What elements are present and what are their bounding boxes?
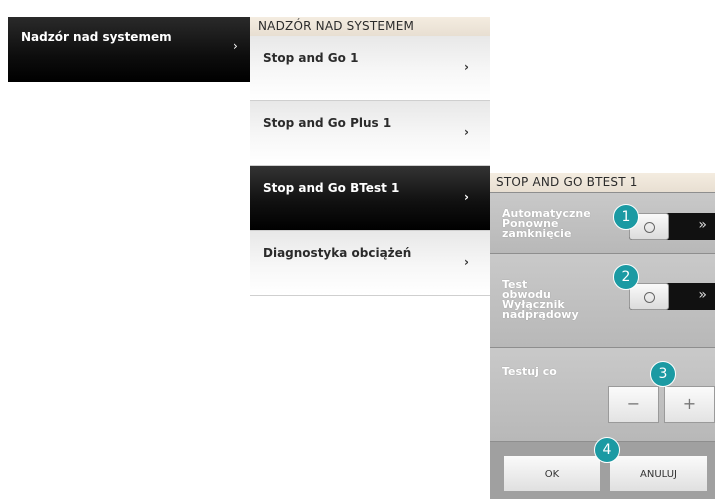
callout-badge-2: 2 — [613, 264, 639, 290]
auto-reclose-label-line3: zamknięcie — [502, 227, 572, 240]
double-chevron-right-icon: » — [698, 287, 707, 303]
chevron-right-icon: › — [464, 125, 469, 139]
chevron-right-icon: › — [464, 255, 469, 269]
circuit-test-toggle[interactable]: » — [629, 283, 715, 310]
off-indicator-icon — [644, 292, 655, 303]
callout-badge-3: 3 — [650, 361, 676, 387]
chevron-right-icon: › — [233, 39, 238, 53]
list-item-label: Stop and Go Plus 1 — [263, 116, 392, 130]
toggle-knob[interactable] — [629, 283, 669, 310]
circuit-test-row: Test obwodu Wyłącznik nadprądowy » — [490, 253, 715, 347]
off-indicator-icon — [644, 222, 655, 233]
auto-reclose-toggle[interactable]: » — [629, 213, 715, 240]
list-item-label: Stop and Go BTest 1 — [263, 181, 400, 195]
menu-item-label: Nadzór nad systemem — [21, 30, 172, 44]
panel-title: NADZÓR NAD SYSTEMEM — [250, 17, 490, 36]
list-item-stop-and-go-1[interactable]: Stop and Go 1 › — [250, 36, 490, 101]
auto-reclose-row: Automatyczne Ponowne zamknięcie » — [490, 192, 715, 253]
list-item-stop-and-go-plus-1[interactable]: Stop and Go Plus 1 › — [250, 101, 490, 166]
list-item-load-diagnostics[interactable]: Diagnostyka obciążeń › — [250, 231, 490, 296]
ok-button[interactable]: OK — [503, 455, 601, 492]
chevron-right-icon: › — [464, 190, 469, 204]
circuit-test-label-line4: nadprądowy — [502, 308, 579, 321]
callout-badge-4: 4 — [594, 437, 620, 463]
increment-button[interactable]: + — [664, 386, 715, 423]
panel-title: STOP AND GO BTEST 1 — [490, 173, 715, 192]
list-item-stop-and-go-btest-1[interactable]: Stop and Go BTest 1 › — [250, 166, 490, 231]
test-interval-row: Testuj co − + — [490, 347, 715, 441]
supervision-panel: NADZÓR NAD SYSTEMEM Stop and Go 1 › Stop… — [250, 17, 490, 296]
chevron-right-icon: › — [464, 60, 469, 74]
double-chevron-right-icon: » — [698, 217, 707, 233]
callout-badge-1: 1 — [613, 204, 639, 230]
menu-item-system-supervision[interactable]: Nadzór nad systemem › — [8, 17, 250, 82]
list-item-label: Diagnostyka obciążeń — [263, 246, 412, 260]
decrement-button[interactable]: − — [608, 386, 659, 423]
test-interval-label: Testuj co — [502, 365, 557, 378]
interval-stepper: − + — [608, 386, 715, 423]
cancel-button[interactable]: ANULUJ — [609, 455, 708, 492]
list-item-label: Stop and Go 1 — [263, 51, 359, 65]
